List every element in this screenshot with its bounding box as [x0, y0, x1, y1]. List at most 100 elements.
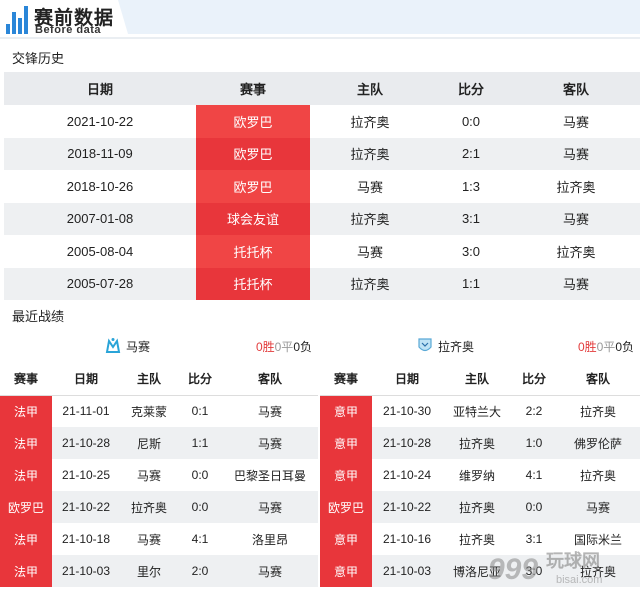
- table-row: 法甲 21-10-18 马赛 4:1 洛里昂: [0, 523, 318, 555]
- match-score: 0:0: [178, 491, 222, 523]
- away-team: 洛里昂: [251, 532, 288, 547]
- home-team: 马赛: [356, 244, 383, 260]
- form-header-row: 赛事 日期 主队 比分 客队: [320, 362, 640, 396]
- table-row: 2007-01-08 球会友谊 拉齐奥 3:1 马赛: [4, 202, 640, 235]
- competition-badge: 法甲: [0, 427, 52, 459]
- team-name: 马赛: [126, 340, 151, 354]
- away-team: 拉齐奥: [556, 244, 596, 260]
- match-score: 1:1: [178, 427, 222, 459]
- form-header-score: 比分: [178, 362, 222, 396]
- record-losses: 0负: [293, 340, 312, 354]
- competition-badge: 托托杯: [196, 267, 310, 300]
- home-team: 维罗纳: [458, 468, 495, 483]
- table-row: 2018-11-09 欧罗巴 拉齐奥 2:1 马赛: [4, 137, 640, 170]
- match-score: 4:1: [191, 532, 209, 546]
- away-team: 马赛: [222, 491, 318, 523]
- recent-form-table: 赛事 日期 主队 比分 客队 法甲 21-11-01 克莱蒙 0:1 马赛 法甲…: [0, 362, 318, 587]
- home-team: 克莱蒙: [130, 404, 167, 419]
- table-row: 欧罗巴 21-10-22 拉齐奥 0:0 马赛: [320, 491, 640, 523]
- form-header-date: 日期: [372, 362, 442, 396]
- match-date: 21-10-03: [372, 555, 442, 587]
- match-date: 21-11-01: [62, 404, 110, 419]
- competition-badge: 法甲: [0, 555, 52, 587]
- match-date: 2018-11-09: [4, 137, 196, 170]
- home-team: 马赛: [356, 179, 383, 195]
- h2h-header-date: 日期: [4, 72, 196, 105]
- bar-chart-icon: [6, 4, 28, 34]
- match-date: 21-10-16: [382, 532, 432, 546]
- form-header-competition: 赛事: [0, 362, 52, 396]
- match-score: 2:2: [525, 404, 543, 419]
- table-row: 欧罗巴 21-10-22 拉齐奥 0:0 马赛: [0, 491, 318, 523]
- record-summary: 0胜0平0负: [256, 338, 312, 355]
- h2h-header-home: 主队: [310, 72, 430, 105]
- form-header-away: 客队: [556, 362, 640, 396]
- competition-badge: 欧罗巴: [0, 491, 52, 523]
- team-name: 拉齐奥: [438, 340, 475, 354]
- table-row: 法甲 21-10-25 马赛 0:0 巴黎圣日耳曼: [0, 459, 318, 491]
- match-date: 2021-10-22: [66, 113, 134, 129]
- away-team: 马赛: [257, 404, 282, 419]
- home-team: 马赛: [136, 468, 161, 483]
- record-wins: 0胜: [577, 340, 597, 354]
- away-team: 拉齐奥: [579, 468, 616, 483]
- watermark-logo: 999 玩球网 bisai.com: [488, 551, 602, 586]
- recent-section-title: 最近战绩: [12, 309, 65, 324]
- table-row: 法甲 21-11-01 克莱蒙 0:1 马赛: [0, 395, 318, 427]
- match-score: 2:0: [178, 555, 222, 587]
- home-team: 马赛: [136, 532, 161, 547]
- panel-header: 拉齐奥 0胜0平0负: [320, 332, 640, 360]
- lazio-logo-icon: [418, 338, 432, 352]
- competition-badge: 欧罗巴: [320, 491, 372, 523]
- match-date: 21-10-18: [61, 532, 111, 546]
- competition-badge: 球会友谊: [196, 202, 310, 235]
- home-team: 亚特兰大: [452, 404, 501, 419]
- watermark-brand: 玩球网: [546, 551, 600, 572]
- table-row: 2005-08-04 托托杯 马赛 3:0 拉齐奥: [4, 235, 640, 268]
- match-score: 1:0: [512, 427, 556, 459]
- table-row: 2005-07-28 托托杯 拉齐奥 1:1 马赛: [4, 267, 640, 300]
- match-score: 4:1: [525, 468, 543, 482]
- away-team: 马赛: [222, 427, 318, 459]
- away-team: 拉齐奥: [579, 404, 616, 419]
- match-score: 2:1: [430, 137, 512, 170]
- competition-badge: 欧罗巴: [196, 137, 310, 170]
- competition-badge: 欧罗巴: [196, 170, 310, 203]
- match-date: 21-10-28: [52, 427, 120, 459]
- match-date: 21-10-22: [52, 491, 120, 523]
- match-date: 2018-10-26: [66, 178, 134, 194]
- match-date: 21-10-22: [372, 491, 442, 523]
- competition-badge: 意甲: [320, 523, 372, 555]
- match-date: 21-10-28: [372, 427, 442, 459]
- form-header-home: 主队: [120, 362, 178, 396]
- match-score: 3:0: [461, 243, 481, 259]
- home-team: 尼斯: [120, 427, 178, 459]
- away-team: 马赛: [562, 114, 589, 130]
- away-team: 拉齐奥: [556, 179, 596, 195]
- competition-badge: 法甲: [0, 395, 52, 427]
- away-team: 巴黎圣日耳曼: [233, 468, 306, 483]
- match-score: 0:0: [512, 491, 556, 523]
- competition-badge: 意甲: [320, 395, 372, 427]
- away-team: 马赛: [512, 137, 640, 170]
- away-team: 马赛: [512, 202, 640, 235]
- table-row: 意甲 21-10-30 亚特兰大 2:2 拉齐奥: [320, 395, 640, 427]
- form-header-home: 主队: [442, 362, 512, 396]
- table-row: 意甲 21-10-28 拉齐奥 1:0 佛罗伦萨: [320, 427, 640, 459]
- away-team: 马赛: [222, 555, 318, 587]
- home-team: 拉齐奥: [310, 267, 430, 300]
- table-row: 意甲 21-10-24 维罗纳 4:1 拉齐奥: [320, 459, 640, 491]
- form-header-date: 日期: [52, 362, 120, 396]
- h2h-section-title: 交锋历史: [12, 51, 65, 66]
- record-summary: 0胜0平0负: [578, 338, 634, 355]
- banner-subtitle: Before data: [35, 24, 102, 36]
- h2h-header-away: 客队: [512, 72, 640, 105]
- competition-badge: 托托杯: [196, 235, 310, 268]
- competition-badge: 意甲: [320, 459, 372, 491]
- home-team: 拉齐奥: [120, 491, 178, 523]
- watermark-url: bisai.com: [556, 574, 602, 586]
- match-score: 1:3: [461, 178, 481, 194]
- match-score: 0:1: [191, 404, 209, 419]
- form-header-away: 客队: [222, 362, 318, 396]
- match-date: 2007-01-08: [4, 202, 196, 235]
